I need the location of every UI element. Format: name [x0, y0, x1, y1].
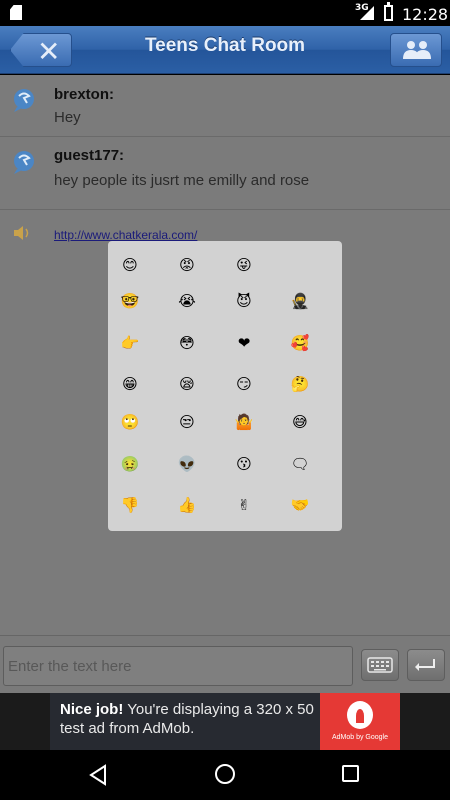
users-icon	[403, 41, 431, 59]
sick-emoji[interactable]: 🤢	[119, 453, 141, 475]
ad-banner[interactable]: Nice job! You're displaying a 320 x 50 t…	[0, 693, 450, 750]
emoji-picker: 😊 😡 😜 🤓 😭 😈 🥷 👉 😳 ❤ 🥰 😁 😪 😏 🤔 🙄 😒 🤷 😅 🤢 👽 😗 🗨 👎 👍 ✌ 🤝	[108, 241, 342, 531]
recent-apps-icon[interactable]	[342, 765, 359, 782]
ninja-emoji[interactable]: 🥷	[289, 290, 311, 312]
whistle-emoji[interactable]: 😗	[233, 453, 255, 475]
shrug-emoji[interactable]: 🤷	[233, 411, 255, 433]
peace-emoji[interactable]: ✌	[233, 494, 255, 516]
message-item: guest177: hey people its jusrt me emilly…	[0, 137, 450, 210]
devil-emoji[interactable]: 😈	[233, 290, 255, 312]
smirk-emoji[interactable]: 😏	[233, 373, 255, 395]
home-icon[interactable]	[215, 764, 235, 784]
page-title: Teens Chat Room	[144, 35, 306, 56]
status-bar: 3G 12:28	[0, 0, 450, 26]
admob-icon	[347, 701, 373, 729]
sleepy-emoji[interactable]: 😪	[176, 373, 198, 395]
message-username: brexton:	[54, 86, 114, 103]
app-bar: ✕ Teens Chat Room	[0, 26, 450, 74]
message-input[interactable]	[3, 646, 353, 686]
message-text: hey people its jusrt me emilly and rose	[54, 172, 310, 189]
heart-emoji[interactable]: ❤	[233, 332, 255, 354]
couple-emoji[interactable]: 🥰	[289, 332, 311, 354]
send-button[interactable]	[407, 649, 445, 681]
ad-content[interactable]: Nice job! You're displaying a 320 x 50 t…	[50, 693, 400, 750]
battery-icon	[384, 2, 393, 21]
back-icon[interactable]	[88, 764, 108, 786]
enter-icon	[415, 659, 435, 671]
message-username: guest177:	[54, 147, 125, 164]
admob-logo: AdMob by Google	[320, 693, 400, 750]
sd-card-icon	[10, 5, 22, 20]
ad-headline: Nice job! You're displaying a 320 x 50 t…	[60, 700, 315, 738]
talking-emoji[interactable]: 🗨	[289, 453, 311, 475]
keyboard-button[interactable]	[361, 649, 399, 681]
pointing-emoji[interactable]: 👉	[119, 332, 141, 354]
keyboard-icon	[367, 657, 393, 673]
navigation-bar	[0, 750, 450, 800]
chat-bubble-icon	[14, 89, 34, 112]
ad-brand: AdMob by Google	[331, 734, 389, 741]
unamused-emoji[interactable]: 😒	[176, 411, 198, 433]
chat-bubble-icon	[14, 151, 34, 174]
input-bar	[0, 635, 450, 693]
alien-emoji[interactable]: 👽	[176, 453, 198, 475]
nerd-emoji[interactable]: 🤓	[119, 290, 141, 312]
wink-emoji[interactable]: 😜	[233, 254, 255, 276]
blush-emoji[interactable]: 😳	[176, 332, 198, 354]
users-button[interactable]	[390, 33, 442, 67]
message-text: Hey	[54, 109, 81, 126]
thinking-emoji[interactable]: 🤔	[289, 373, 311, 395]
thumbs-down-emoji[interactable]: 👎	[119, 494, 141, 516]
eye-roll-emoji[interactable]: 🙄	[119, 411, 141, 433]
clock: 12:28	[402, 5, 449, 24]
thumbs-up-emoji[interactable]: 👍	[176, 494, 198, 516]
handshake-emoji[interactable]: 🤝	[289, 494, 311, 516]
message-item: brexton: Hey	[0, 75, 450, 137]
network-type: 3G	[355, 3, 369, 13]
speaker-icon	[14, 226, 29, 240]
angry-emoji[interactable]: 😡	[176, 254, 198, 276]
sweat-emoji[interactable]: 😅	[289, 411, 311, 433]
grin-emoji[interactable]: 😁	[119, 373, 141, 395]
smile-emoji[interactable]: 😊	[119, 254, 141, 276]
ad-headline-bold: Nice job!	[60, 701, 124, 718]
chat-link[interactable]: http://www.chatkerala.com/	[54, 228, 197, 242]
crying-emoji[interactable]: 😭	[176, 290, 198, 312]
